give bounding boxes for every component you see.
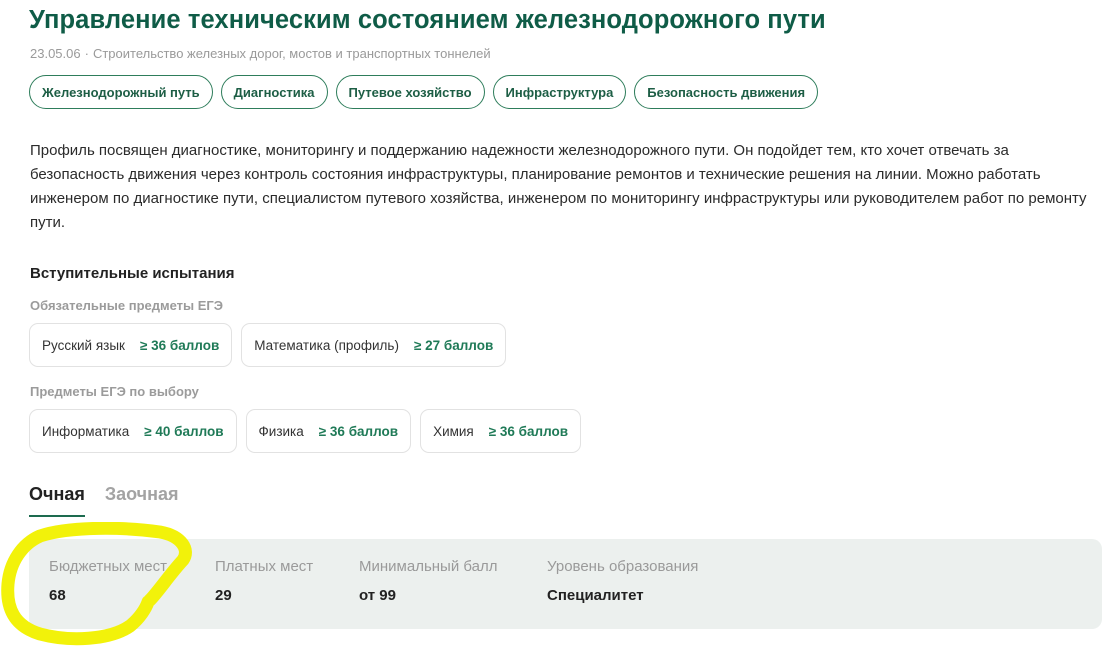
required-subjects-list: Русский язык ≥ 36 баллов Математика (про… [29, 323, 507, 367]
subject-name: Математика (профиль) [254, 337, 399, 353]
stat-education-level: Уровень образования Специалитет [547, 558, 698, 604]
meta-separator: · [84, 46, 89, 61]
tag-infrastructure[interactable]: Инфраструктура [492, 75, 627, 109]
program-direction: Строительство железных дорог, мостов и т… [92, 46, 491, 61]
stat-value: от 99 [359, 587, 396, 604]
stat-value: 29 [215, 587, 232, 604]
subject-min-score: ≥ 36 баллов [318, 423, 399, 439]
tab-part-time[interactable]: Заочная [105, 484, 179, 517]
stat-label: Минимальный балл [359, 558, 498, 575]
stat-value: Специалитет [547, 587, 644, 604]
stat-label: Бюджетных мест [49, 558, 168, 575]
subject-name: Русский язык [42, 337, 125, 353]
subject-card-russian: Русский язык ≥ 36 баллов [29, 323, 233, 367]
stat-label: Платных мест [215, 558, 314, 575]
tag-railway-track[interactable]: Железнодорожный путь [29, 75, 213, 109]
program-meta: 23.05.06 · Строительство железных дорог, м… [30, 46, 491, 61]
subject-min-score: ≥ 40 баллов [144, 423, 224, 439]
subject-min-score: ≥ 36 баллов [488, 423, 569, 439]
stat-budget-places: Бюджетных мест 68 [49, 558, 167, 604]
program-code: 23.05.06 [30, 46, 81, 61]
subject-card-physics: Физика ≥ 36 баллов [245, 409, 412, 453]
subject-card-math: Математика (профиль) ≥ 27 баллов [241, 323, 507, 367]
stat-label: Уровень образования [547, 558, 699, 575]
tag-track-facilities[interactable]: Путевое хозяйство [335, 75, 485, 109]
study-form-tabs: Очная Заочная [29, 484, 179, 517]
subject-card-chemistry: Химия ≥ 36 баллов [420, 409, 582, 453]
optional-subjects-list: Информатика ≥ 40 баллов Физика ≥ 36 балл… [29, 409, 582, 453]
tag-list: Железнодорожный путь Диагностика Путевое… [29, 75, 819, 109]
program-description: Профиль посвящен диагностике, мониторинг… [30, 142, 1087, 231]
subject-min-score: ≥ 36 баллов [139, 337, 220, 353]
tag-traffic-safety[interactable]: Безопасность движения [634, 75, 819, 109]
subject-name: Физика [258, 423, 304, 439]
exams-heading: Вступительные испытания [30, 265, 235, 282]
subject-card-informatics: Информатика ≥ 40 баллов [29, 409, 237, 453]
stat-value: 68 [49, 587, 66, 604]
tab-full-time[interactable]: Очная [29, 484, 85, 517]
subject-min-score: ≥ 27 баллов [413, 337, 494, 353]
subject-name: Химия [433, 423, 474, 439]
subject-name: Информатика [42, 423, 130, 439]
tag-diagnostics[interactable]: Диагностика [220, 75, 328, 109]
optional-subjects-heading: Предметы ЕГЭ по выбору [30, 384, 199, 399]
required-subjects-heading: Обязательные предметы ЕГЭ [30, 298, 224, 313]
admission-stats-panel: Бюджетных мест 68 Платных мест 29 Минима… [29, 539, 1102, 629]
page-title: Управление техническим состоянием железн… [29, 6, 826, 34]
stat-paid-places: Платных мест 29 [215, 558, 313, 604]
stat-min-score: Минимальный балл от 99 [359, 558, 497, 604]
